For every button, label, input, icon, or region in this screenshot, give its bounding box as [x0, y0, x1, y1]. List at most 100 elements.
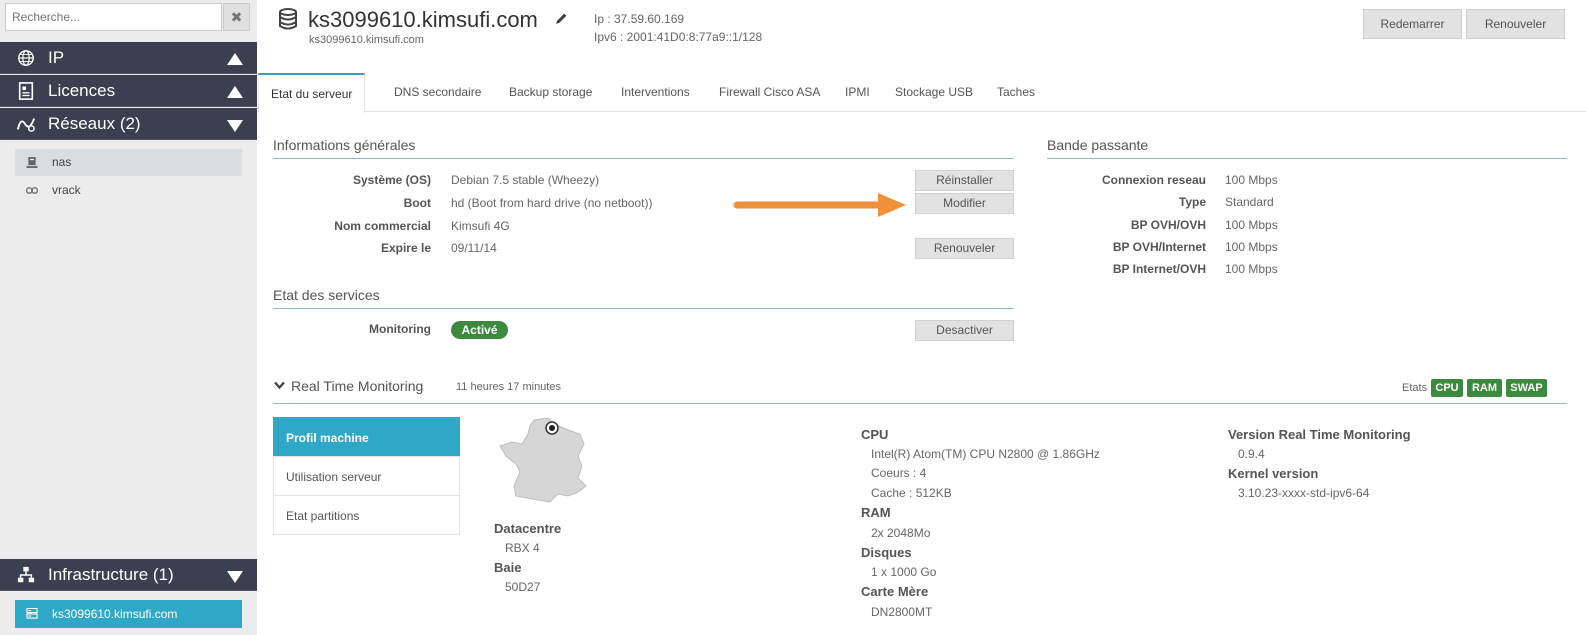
cpu-label: CPU: [861, 427, 889, 442]
network-item-nas[interactable]: nas: [15, 149, 242, 176]
search-box: ✖: [5, 3, 250, 31]
license-icon: [18, 82, 34, 100]
network-item-vrack[interactable]: vrack: [15, 177, 242, 204]
bw-connexion-value: 100 Mbps: [1225, 173, 1278, 187]
edit-pencil-icon[interactable]: [555, 12, 568, 25]
globe-icon: [18, 50, 34, 66]
tab-backup-storage[interactable]: Backup storage: [509, 73, 592, 112]
services-title: Etat des services: [273, 287, 1014, 309]
bw-internet-ovh-value: 100 Mbps: [1225, 262, 1278, 276]
tab-etat-serveur[interactable]: Etat du serveur: [258, 73, 366, 113]
renew-server-button[interactable]: Renouveler: [1466, 9, 1565, 39]
tab-firewall[interactable]: Firewall Cisco ASA: [719, 73, 820, 112]
renew-expire-button[interactable]: Renouveler: [915, 238, 1014, 259]
search-input[interactable]: [5, 3, 222, 31]
ram-value: 2x 2048Mo: [871, 526, 931, 540]
state-cpu-badge: CPU: [1431, 379, 1463, 397]
expand-icon: [227, 571, 243, 583]
commercial-name-label: Nom commercial: [334, 219, 431, 233]
rtm-uptime: 11 heures 17 minutes: [456, 381, 561, 393]
ipv4-text: Ip : 37.59.60.169: [594, 12, 685, 26]
infrastructure-icon: [17, 566, 35, 583]
tab-interventions[interactable]: Interventions: [621, 73, 690, 112]
chevron-down-icon: [274, 381, 285, 390]
expire-label: Expire le: [380, 241, 431, 255]
modify-boot-button[interactable]: Modifier: [915, 193, 1014, 214]
motherboard-label: Carte Mère: [861, 584, 929, 599]
rtm-version-value: 0.9.4: [1238, 447, 1265, 461]
bw-internet-ovh-label: BP Internet/OVH: [1112, 262, 1206, 276]
database-icon: [279, 8, 297, 30]
cpu-cache: Cache : 512KB: [871, 486, 952, 500]
tab-taches[interactable]: Taches: [997, 73, 1035, 112]
network-item-label: vrack: [52, 183, 81, 197]
rtm-version-label: Version Real Time Monitoring: [1228, 427, 1411, 442]
tab-bar: Etat du serveur DNS secondaire Backup st…: [257, 73, 1586, 113]
collapse-icon: [227, 53, 243, 65]
tab-profil-machine[interactable]: Profil machine: [273, 417, 460, 457]
tab-utilisation-serveur[interactable]: Utilisation serveur: [273, 456, 460, 496]
reinstall-button[interactable]: Réinstaller: [915, 170, 1014, 191]
server-icon: [26, 608, 38, 619]
disks-label: Disques: [861, 545, 912, 560]
kernel-version-label: Kernel version: [1228, 466, 1319, 481]
sidebar: ✖ IP Licences Réseaux (2) nas vrack Infr…: [0, 0, 257, 635]
orange-arrow-icon: [733, 193, 906, 217]
kernel-version-value: 3.10.23-xxxx-std-ipv6-64: [1238, 486, 1370, 500]
expire-value: 09/11/14: [451, 241, 497, 255]
link-icon: [26, 187, 38, 194]
rtm-header[interactable]: Real Time Monitoring 11 heures 17 minute…: [273, 378, 1567, 404]
nav-ip-label: IP: [48, 48, 65, 67]
restart-button[interactable]: Redemarrer: [1363, 9, 1462, 39]
nav-licences-label: Licences: [48, 81, 116, 100]
monitoring-label: Monitoring: [369, 322, 431, 336]
cpu-model: Intel(R) Atom(TM) CPU N2800 @ 1.86GHz: [871, 447, 1100, 461]
bw-ovh-ovh-label: BP OVH/OVH: [1130, 218, 1206, 232]
baie-label: Baie: [494, 560, 522, 575]
nav-reseaux[interactable]: Réseaux (2): [0, 108, 257, 140]
deactivate-button[interactable]: Desactiver: [915, 320, 1014, 341]
expand-icon: [227, 120, 243, 132]
datacentre-value: RBX 4: [505, 541, 540, 555]
server-subtitle: ks3099610.kimsufi.com: [309, 34, 424, 46]
nav-licences[interactable]: Licences: [0, 75, 257, 107]
state-swap-badge: SWAP: [1506, 379, 1547, 397]
ip-info: Ip : 37.59.60.169 Ipv6 : 2001:41D0:8:77a…: [594, 10, 762, 46]
collapse-icon: [227, 86, 243, 98]
nas-icon: [26, 157, 38, 168]
bw-ovh-ovh-value: 100 Mbps: [1225, 218, 1278, 232]
server-item-label: ks3099610.kimsufi.com: [52, 607, 178, 621]
datacentre-label: Datacentre: [494, 521, 562, 536]
server-title: ks3099610.kimsufi.com: [308, 7, 538, 32]
tab-stockage-usb[interactable]: Stockage USB: [895, 73, 973, 112]
os-label: Système (OS): [352, 173, 431, 187]
os-value: Debian 7.5 stable (Wheezy): [451, 173, 600, 187]
tab-dns-secondaire[interactable]: DNS secondaire: [394, 73, 481, 112]
bw-ovh-internet-value: 100 Mbps: [1225, 240, 1278, 254]
state-ram-badge: RAM: [1467, 379, 1502, 397]
france-map-icon: [499, 417, 587, 503]
nav-reseaux-label: Réseaux (2): [48, 114, 141, 133]
motherboard-value: DN2800MT: [871, 605, 933, 619]
bw-type-label: Type: [1178, 195, 1206, 209]
disks-value: 1 x 1000 Go: [871, 565, 937, 579]
rtm-title: Real Time Monitoring: [291, 378, 424, 394]
cpu-cores: Coeurs : 4: [871, 466, 927, 480]
nav-infrastructure-label: Infrastructure (1): [48, 565, 174, 584]
nav-ip[interactable]: IP: [0, 42, 257, 74]
bw-connexion-label: Connexion reseau: [1101, 173, 1206, 187]
network-item-label: nas: [52, 155, 72, 169]
commercial-name-value: Kimsufi 4G: [451, 219, 510, 233]
tab-ipmi[interactable]: IPMI: [845, 73, 870, 112]
boot-value: hd (Boot from hard drive (no netboot)): [451, 196, 653, 210]
tab-etat-partitions[interactable]: Etat partitions: [273, 495, 460, 535]
ram-label: RAM: [861, 505, 891, 520]
server-item[interactable]: ks3099610.kimsufi.com: [15, 600, 242, 628]
general-info-title: Informations générales: [273, 137, 1014, 159]
bw-ovh-internet-label: BP OVH/Internet: [1112, 240, 1206, 254]
clear-search-icon[interactable]: ✖: [223, 3, 250, 31]
boot-label: Boot: [403, 196, 431, 210]
bw-type-value: Standard: [1225, 195, 1274, 209]
monitoring-status-badge: Activé: [451, 321, 508, 339]
nav-infrastructure[interactable]: Infrastructure (1): [0, 559, 257, 591]
